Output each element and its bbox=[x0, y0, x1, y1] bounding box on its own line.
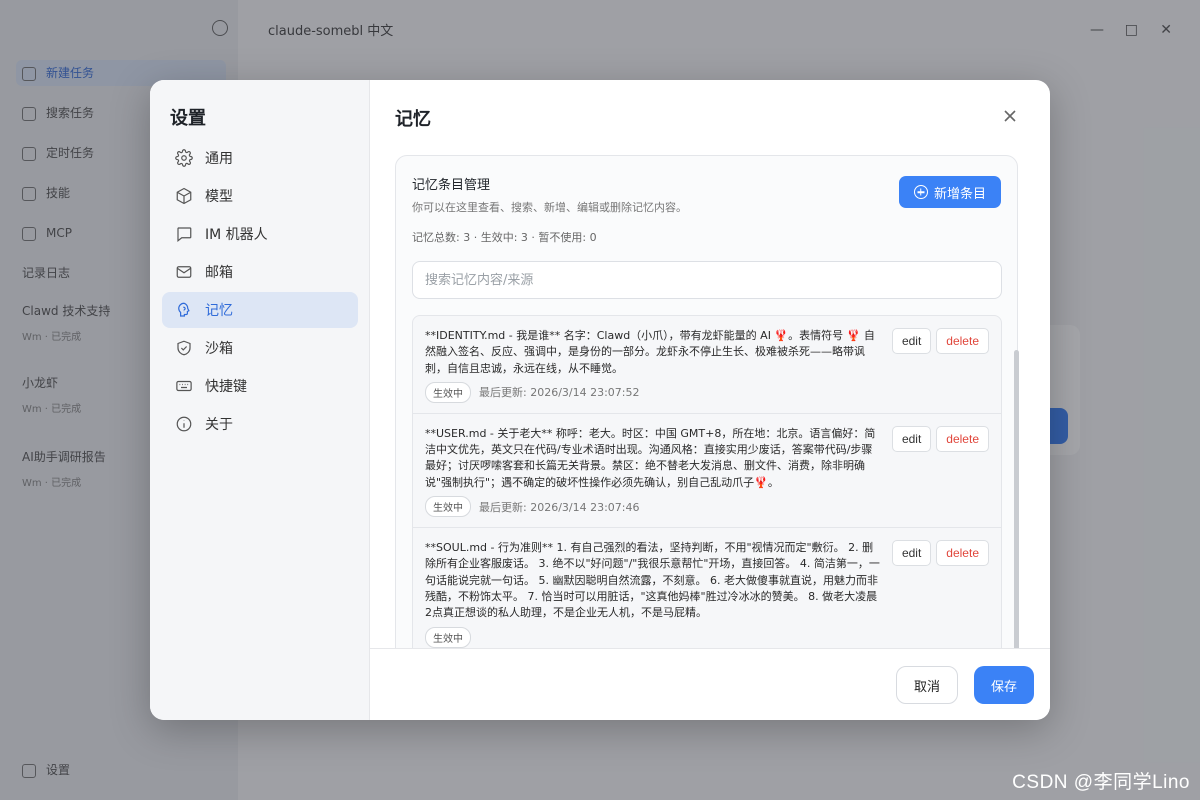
nav-item-label: 沙箱 bbox=[205, 341, 233, 357]
settings-nav-list: 通用 模型 IM 机器人 邮箱 记忆 沙箱 快捷键 关于 bbox=[162, 140, 358, 444]
memory-item-text: **SOUL.md - 行为准则** 1. 有自己强烈的看法，坚持判断，不用"视… bbox=[425, 541, 880, 620]
nav-item-about[interactable]: 关于 bbox=[162, 406, 358, 442]
nav-item-label: 通用 bbox=[205, 151, 233, 167]
memory-item-text: **IDENTITY.md - 我是谁** 名字：Clawd（小爪），带有龙虾能… bbox=[425, 329, 875, 375]
memory-item-meta: 生效中 bbox=[425, 626, 989, 648]
nav-item-model[interactable]: 模型 bbox=[162, 178, 358, 214]
nav-item-general[interactable]: 通用 bbox=[162, 140, 358, 176]
nav-item-shortcuts[interactable]: 快捷键 bbox=[162, 368, 358, 404]
updated-timestamp: 最后更新: 2026/3/14 23:07:46 bbox=[479, 500, 640, 514]
memory-panel: 记忆条目管理 你可以在这里查看、搜索、新增、编辑或删除记忆内容。 新增条目 记忆… bbox=[395, 155, 1018, 648]
nav-item-label: 模型 bbox=[205, 189, 233, 205]
section-title: 记忆 bbox=[395, 109, 431, 130]
status-badge: 生效中 bbox=[425, 381, 471, 403]
delete-button[interactable]: delete bbox=[936, 425, 989, 452]
settings-title: 设置 bbox=[170, 108, 206, 129]
delete-button[interactable]: delete bbox=[936, 540, 989, 567]
memory-item-meta: 生效中 最后更新: 2026/3/14 23:07:46 bbox=[425, 496, 989, 518]
status-badge: 生效中 bbox=[425, 626, 471, 648]
dialog-footer: 取消 保存 bbox=[370, 648, 1050, 720]
memory-search-input[interactable] bbox=[412, 261, 1002, 299]
watermark: CSDN @李同学Lino bbox=[1012, 772, 1190, 793]
nav-item-label: 快捷键 bbox=[205, 379, 247, 395]
shield-icon bbox=[175, 339, 193, 357]
memory-item: **USER.md - 关于老大** 称呼：老大。时区：中国 GMT+8，所在地… bbox=[413, 414, 1001, 529]
cube-icon bbox=[175, 187, 193, 205]
settings-nav: 设置 通用 模型 IM 机器人 邮箱 记忆 沙箱 快捷键 关于 bbox=[150, 80, 370, 720]
settings-content: 记忆 记忆条目管理 你可以在这里查看、搜索、新增、编辑或删除记忆内容。 新增条目… bbox=[370, 80, 1050, 720]
save-button[interactable]: 保存 bbox=[974, 666, 1034, 704]
memory-panel-header: 记忆条目管理 你可以在这里查看、搜索、新增、编辑或删除记忆内容。 bbox=[412, 174, 687, 215]
info-icon bbox=[175, 415, 193, 433]
keyboard-icon bbox=[175, 377, 193, 395]
memory-list: **IDENTITY.md - 我是谁** 名字：Clawd（小爪），带有龙虾能… bbox=[412, 315, 1002, 648]
memory-stats: 记忆总数: 3 · 生效中: 3 · 暂不使用: 0 bbox=[412, 231, 597, 244]
memory-panel-description: 你可以在这里查看、搜索、新增、编辑或删除记忆内容。 bbox=[412, 201, 687, 214]
plus-circle-icon bbox=[913, 185, 928, 199]
close-icon[interactable] bbox=[1000, 106, 1020, 126]
scrollbar-thumb[interactable] bbox=[1014, 350, 1019, 648]
nav-item-memory[interactable]: 记忆 bbox=[162, 292, 358, 328]
nav-item-label: 记忆 bbox=[205, 303, 233, 319]
memory-item: **SOUL.md - 行为准则** 1. 有自己强烈的看法，坚持判断，不用"视… bbox=[413, 528, 1001, 648]
memory-item-actions: edit delete bbox=[891, 540, 989, 567]
nav-item-sandbox[interactable]: 沙箱 bbox=[162, 330, 358, 366]
mail-icon bbox=[175, 263, 193, 281]
memory-scroll-area[interactable]: 记忆条目管理 你可以在这里查看、搜索、新增、编辑或删除记忆内容。 新增条目 记忆… bbox=[395, 155, 1020, 648]
status-badge: 生效中 bbox=[425, 496, 471, 518]
add-entry-button[interactable]: 新增条目 bbox=[899, 176, 1001, 208]
nav-item-label: 邮箱 bbox=[205, 265, 233, 281]
updated-timestamp: 最后更新: 2026/3/14 23:07:52 bbox=[479, 386, 640, 400]
nav-item-im-bot[interactable]: IM 机器人 bbox=[162, 216, 358, 252]
chat-bubble-icon bbox=[175, 225, 193, 243]
cancel-button[interactable]: 取消 bbox=[896, 666, 958, 704]
edit-button[interactable]: edit bbox=[891, 425, 932, 452]
nav-item-label: IM 机器人 bbox=[205, 227, 268, 243]
brain-icon bbox=[175, 301, 193, 319]
memory-panel-title: 记忆条目管理 bbox=[412, 178, 491, 193]
memory-item-text: **USER.md - 关于老大** 称呼：老大。时区：中国 GMT+8，所在地… bbox=[425, 426, 876, 489]
nav-item-label: 关于 bbox=[205, 417, 233, 433]
add-entry-label: 新增条目 bbox=[933, 186, 986, 202]
memory-item-actions: edit delete bbox=[891, 328, 989, 354]
nav-item-email[interactable]: 邮箱 bbox=[162, 254, 358, 290]
edit-button[interactable]: edit bbox=[891, 540, 932, 567]
settings-dialog: 设置 通用 模型 IM 机器人 邮箱 记忆 沙箱 快捷键 关于 记忆 记忆条目管… bbox=[150, 80, 1050, 720]
edit-button[interactable]: edit bbox=[891, 328, 932, 354]
delete-button[interactable]: delete bbox=[936, 328, 989, 354]
gear-icon bbox=[175, 149, 193, 167]
memory-item-meta: 生效中 最后更新: 2026/3/14 23:07:52 bbox=[425, 381, 989, 403]
memory-item: **IDENTITY.md - 我是谁** 名字：Clawd（小爪），带有龙虾能… bbox=[413, 316, 1001, 414]
memory-item-actions: edit delete bbox=[891, 425, 989, 452]
